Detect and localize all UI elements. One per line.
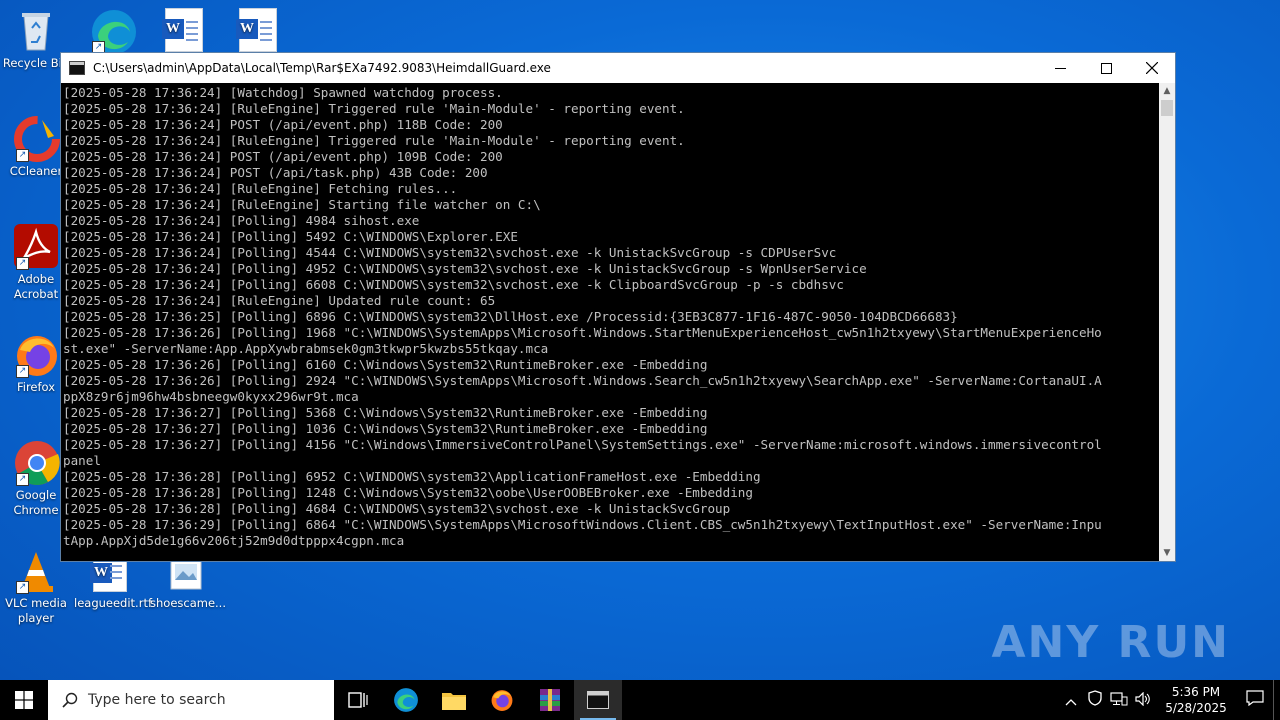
show-desktop-button[interactable]: [1273, 680, 1280, 720]
console-line: panel: [63, 453, 101, 468]
console-line: [2025-05-28 17:36:24] [RuleEngine] Updat…: [63, 293, 496, 308]
console-line: [2025-05-28 17:36:24] [Polling] 6608 C:\…: [63, 277, 844, 292]
desktop-icon-leagueedit[interactable]: W leagueedit.rtf: [74, 556, 153, 611]
shortcut-arrow-icon: ↗: [16, 257, 29, 270]
adobe-acrobat-icon: ↗: [14, 224, 58, 270]
console-line: ppX8z9r6jm96hw4bsbneegw0kyxx296wr9t.mca: [63, 389, 359, 404]
close-button[interactable]: [1129, 53, 1175, 83]
console-line: [2025-05-28 17:36:28] [Polling] 4684 C:\…: [63, 501, 731, 516]
maximize-button[interactable]: [1083, 53, 1129, 83]
console-line: [2025-05-28 17:36:26] [Polling] 6160 C:\…: [63, 357, 708, 372]
shortcut-arrow-icon: ↗: [16, 149, 29, 162]
scrollbar-thumb[interactable]: [1161, 100, 1173, 116]
console-line: [2025-05-28 17:36:24] [RuleEngine] Start…: [63, 197, 541, 212]
search-placeholder: Type here to search: [88, 692, 226, 708]
defender-shield-icon[interactable]: [1083, 690, 1107, 710]
start-button[interactable]: [0, 680, 48, 720]
chrome-icon: ↗: [14, 440, 60, 486]
console-line: [2025-05-28 17:36:24] POST (/api/event.p…: [63, 117, 503, 132]
minimize-button[interactable]: [1037, 53, 1083, 83]
firefox-icon: ↗: [14, 332, 58, 378]
maximize-icon: [1100, 62, 1112, 74]
console-line: tApp.AppXjd5de1g66v206tj52m9d0dtpppx4cgp…: [63, 533, 405, 548]
task-view-icon: [348, 692, 368, 708]
desktop-icon-word-doc-1[interactable]: W: [148, 8, 220, 56]
taskbar-winrar[interactable]: [526, 680, 574, 720]
window-titlebar[interactable]: C:\Users\admin\AppData\Local\Temp\Rar$EX…: [61, 53, 1175, 83]
taskbar: Type here to search 5:36 PM 5/28/2025: [0, 680, 1280, 720]
edge-icon: [394, 688, 418, 712]
console-line: [2025-05-28 17:36:26] [Polling] 1968 "C:…: [63, 325, 1102, 340]
windows-logo-icon: [15, 691, 33, 709]
word-document-icon: W: [162, 8, 206, 52]
console-line: [2025-05-28 17:36:24] [Polling] 4952 C:\…: [63, 261, 867, 276]
desktop-icon-label: leagueedit.rtf: [74, 596, 153, 610]
taskbar-file-explorer[interactable]: [430, 680, 478, 720]
system-tray: 5:36 PM 5/28/2025: [1059, 680, 1280, 720]
console-line: [2025-05-28 17:36:24] [RuleEngine] Trigg…: [63, 133, 685, 148]
console-line: [2025-05-28 17:36:27] [Polling] 5368 C:\…: [63, 405, 708, 420]
console-line: [2025-05-28 17:36:27] [Polling] 4156 "C:…: [63, 437, 1102, 452]
console-line: [2025-05-28 17:36:24] [Polling] 4984 sih…: [63, 213, 420, 228]
edge-icon: ↗: [90, 8, 136, 54]
ccleaner-icon: ↗: [14, 116, 60, 162]
console-line: [2025-05-28 17:36:24] POST (/api/task.ph…: [63, 165, 488, 180]
scroll-down-arrow-icon[interactable]: ▼: [1159, 545, 1175, 561]
taskbar-firefox[interactable]: [478, 680, 526, 720]
network-icon[interactable]: [1107, 691, 1131, 710]
desktop-icon-shoescame[interactable]: shoescame...: [150, 556, 226, 611]
console-line: [2025-05-28 17:36:25] [Polling] 6896 C:\…: [63, 309, 958, 324]
clock-date: 5/28/2025: [1165, 701, 1227, 715]
task-view-button[interactable]: [334, 680, 382, 720]
console-line: [2025-05-28 17:36:29] [Polling] 6864 "C:…: [63, 517, 1102, 532]
shortcut-arrow-icon: ↗: [16, 473, 29, 486]
console-line: [2025-05-28 17:36:26] [Polling] 2924 "C:…: [63, 373, 1102, 388]
desktop-icon-edge[interactable]: ↗: [76, 8, 148, 56]
console-line: [2025-05-28 17:36:24] [Watchdog] Spawned…: [63, 85, 503, 100]
search-icon: [62, 692, 78, 708]
console-line: [2025-05-28 17:36:28] [Polling] 1248 C:\…: [63, 485, 753, 500]
firefox-icon: [491, 690, 513, 711]
taskbar-edge[interactable]: [382, 680, 430, 720]
console-app-icon: [587, 691, 609, 709]
desktop-icon-label: VLC media player: [5, 596, 67, 625]
console-output[interactable]: [2025-05-28 17:36:24] [Watchdog] Spawned…: [61, 83, 1159, 561]
console-line: [2025-05-28 17:36:28] [Polling] 6952 C:\…: [63, 469, 761, 484]
shortcut-arrow-icon: ↗: [16, 365, 29, 378]
taskbar-search-box[interactable]: Type here to search: [48, 680, 334, 720]
console-window[interactable]: C:\Users\admin\AppData\Local\Temp\Rar$EX…: [60, 52, 1176, 562]
scroll-up-arrow-icon[interactable]: ▲: [1159, 83, 1175, 99]
window-title: C:\Users\admin\AppData\Local\Temp\Rar$EX…: [93, 61, 551, 75]
minimize-icon: [1054, 67, 1066, 69]
console-line: [2025-05-28 17:36:24] [Polling] 5492 C:\…: [63, 229, 518, 244]
clock-time: 5:36 PM: [1171, 685, 1221, 699]
taskbar-clock[interactable]: 5:36 PM 5/28/2025: [1161, 684, 1231, 716]
close-icon: [1146, 62, 1158, 74]
chevron-up-icon[interactable]: [1059, 691, 1083, 710]
console-line: [2025-05-28 17:36:24] [RuleEngine] Fetch…: [63, 181, 458, 196]
taskbar-console-window[interactable]: [574, 680, 622, 720]
console-app-icon: [69, 61, 85, 75]
vlc-cone-icon: ↗: [14, 548, 58, 594]
desktop-icon-word-doc-2[interactable]: W: [222, 8, 294, 56]
console-line: [2025-05-28 17:36:27] [Polling] 1036 C:\…: [63, 421, 708, 436]
anyrun-watermark: ANY RUN: [991, 617, 1230, 668]
folder-icon: [442, 693, 466, 710]
volume-icon[interactable]: [1131, 691, 1155, 710]
shortcut-arrow-icon: ↗: [16, 581, 29, 594]
word-document-icon: W: [236, 8, 280, 52]
console-line: [2025-05-28 17:36:24] [Polling] 4544 C:\…: [63, 245, 837, 260]
recycle-bin-icon: [14, 8, 58, 52]
desktop-icon-label: shoescame...: [150, 596, 226, 610]
console-line: [2025-05-28 17:36:24] POST (/api/event.p…: [63, 149, 503, 164]
winrar-icon: [540, 689, 560, 711]
vertical-scrollbar[interactable]: ▲ ▼: [1159, 83, 1175, 561]
console-line: [2025-05-28 17:36:24] [RuleEngine] Trigg…: [63, 101, 685, 116]
console-line: st.exe" -ServerName:App.AppXywbrabmsek0g…: [63, 341, 549, 356]
notification-icon[interactable]: [1237, 690, 1273, 710]
